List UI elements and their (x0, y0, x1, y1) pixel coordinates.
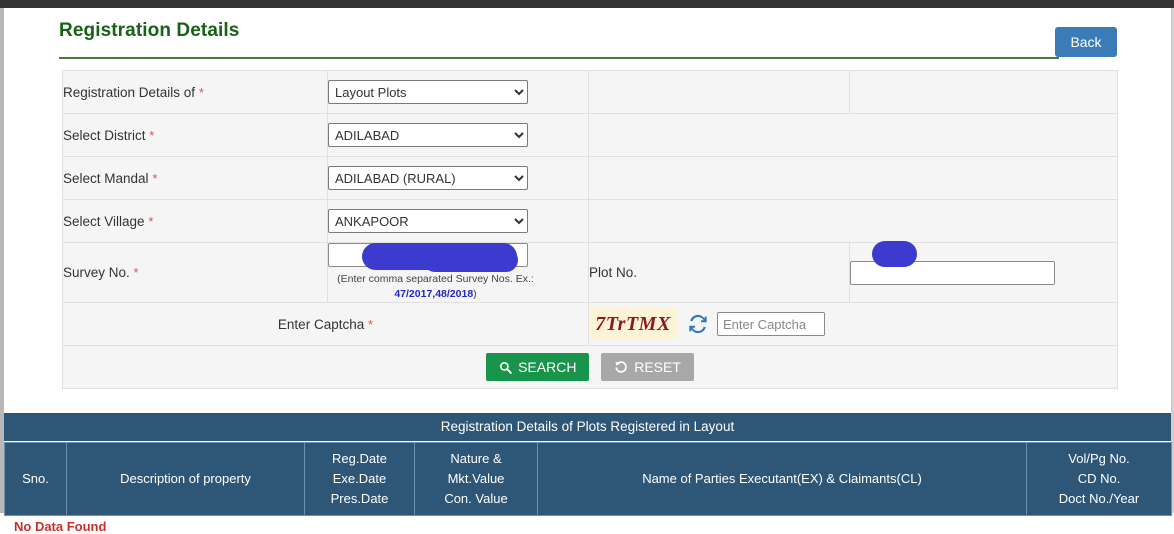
reset-button-label: RESET (634, 359, 681, 376)
select-mandal-select[interactable]: ADILABAD (RURAL) (328, 166, 528, 190)
title-underline (59, 57, 1059, 59)
form-row-select-district: Select District * ADILABAD (62, 113, 1118, 157)
column-header-dates: Reg.Date Exe.Date Pres.Date (304, 441, 415, 517)
cell-select-village-select: ANKAPOOR (327, 199, 589, 243)
form-row-registration-details-of: Registration Details of * Layout Plots (62, 70, 1118, 114)
required-asterisk: * (198, 84, 204, 100)
label-text: Enter Captcha (277, 316, 365, 332)
header-line: CD No. (1077, 471, 1121, 487)
form-row-actions: SEARCH RESET (62, 345, 1118, 390)
header-line: Pres.Date (330, 491, 389, 507)
label-select-village: Select Village * (62, 199, 328, 243)
form-row-select-village: Select Village * ANKAPOOR (62, 199, 1118, 243)
label-plot-no: Plot No. (588, 241, 850, 304)
column-header-volpg-cd-doct: Vol/Pg No. CD No. Doct No./Year (1026, 441, 1172, 517)
column-header-nature-value: Nature & Mkt.Value Con. Value (414, 441, 538, 517)
label-survey-no: Survey No. * (62, 241, 328, 304)
cell-action-buttons: SEARCH RESET (62, 345, 1118, 390)
survey-no-input[interactable] (328, 243, 528, 267)
results-header-row: Sno. Description of property Reg.Date Ex… (4, 441, 1172, 517)
search-button[interactable]: SEARCH (486, 353, 590, 382)
column-header-sno: Sno. (4, 441, 67, 517)
header-line: Sno. (22, 471, 49, 487)
column-header-parties: Name of Parties Executant(EX) & Claimant… (537, 441, 1027, 517)
form-row-select-mandal: Select Mandal * ADILABAD (RURAL) (62, 156, 1118, 200)
label-text: Select District (63, 127, 146, 143)
cell-survey-no-input: (Enter comma separated Survey Nos. Ex.: … (327, 241, 589, 304)
cell-registration-details-of-select: Layout Plots (327, 70, 589, 114)
back-button[interactable]: Back (1055, 27, 1117, 57)
header-line: Exe.Date (332, 471, 387, 487)
cell-select-district-select: ADILABAD (327, 113, 589, 157)
header-line: Nature & (450, 451, 502, 466)
label-text: Select Mandal (63, 170, 149, 186)
form-row-survey-no: Survey No. * (Enter comma separated Surv… (62, 241, 1118, 304)
survey-no-hint: (Enter comma separated Survey Nos. Ex.: … (328, 272, 543, 302)
hint-text: (Enter comma separated Survey Nos. Ex.: (337, 273, 534, 285)
header-line: Doct No./Year (1058, 491, 1140, 507)
label-enter-captcha: Enter Captcha * (62, 302, 589, 347)
browser-top-strip (0, 0, 1174, 8)
cell-plot-no-input (849, 241, 1118, 304)
cell-empty-r1c4 (849, 70, 1118, 114)
plot-no-input[interactable] (850, 260, 1055, 285)
select-village-select[interactable]: ANKAPOOR (328, 209, 528, 233)
hint-close: ) (473, 288, 477, 301)
registration-details-of-select[interactable]: Layout Plots (328, 80, 528, 104)
label-select-district: Select District * (62, 113, 328, 157)
label-select-mandal: Select Mandal * (62, 156, 328, 200)
cell-select-mandal-select: ADILABAD (RURAL) (327, 156, 589, 200)
label-text: Select Village (63, 213, 145, 229)
hint-example: 47/2017,48/2018 (394, 288, 474, 301)
search-form-table: Registration Details of * Layout Plots S… (62, 70, 1118, 390)
page-title: Registration Details (59, 20, 240, 41)
label-text: Survey No. (63, 265, 130, 281)
search-icon (500, 361, 512, 374)
cell-empty-r3 (588, 156, 1118, 200)
captcha-input[interactable] (717, 312, 825, 337)
undo-icon (615, 361, 627, 374)
header-line: Vol/Pg No. (1068, 451, 1130, 466)
captcha-controls: 7TrTMX (589, 308, 1117, 341)
search-button-label: SEARCH (518, 359, 577, 376)
no-data-message: No Data Found (14, 519, 107, 534)
required-asterisk: * (148, 213, 154, 229)
page-header: Registration Details Back (59, 18, 1117, 60)
header-line: Reg.Date (332, 451, 387, 466)
cell-captcha-controls: 7TrTMX (588, 302, 1118, 347)
label-text: Registration Details of (63, 84, 196, 100)
cell-empty-r4 (588, 199, 1118, 243)
header-line: Mkt.Value (447, 471, 505, 487)
captcha-image: 7TrTMX (589, 308, 677, 341)
column-header-description: Description of property (66, 441, 305, 517)
reset-button[interactable]: RESET (601, 353, 694, 382)
required-asterisk: * (133, 265, 139, 281)
results-section: Registration Details of Plots Registered… (4, 413, 1172, 534)
cell-empty-r1c3 (588, 70, 850, 114)
select-district-select[interactable]: ADILABAD (328, 123, 528, 147)
required-asterisk: * (152, 170, 158, 186)
required-asterisk: * (149, 127, 155, 143)
results-table: Sno. Description of property Reg.Date Ex… (4, 441, 1172, 517)
results-banner: Registration Details of Plots Registered… (4, 413, 1171, 442)
refresh-icon[interactable] (685, 311, 711, 337)
required-asterisk: * (368, 316, 374, 332)
header-line: Description of property (120, 471, 251, 487)
label-text: Plot No. (589, 265, 638, 281)
label-registration-details-of: Registration Details of * (62, 70, 328, 114)
browser-viewport: Registration Details Back Registration D… (0, 0, 1174, 534)
cell-empty-r2 (588, 113, 1118, 157)
header-line: Name of Parties Executant(EX) & Claimant… (642, 471, 922, 487)
form-row-captcha: Enter Captcha * 7TrTMX (62, 302, 1118, 347)
page-content: Registration Details Back Registration D… (4, 8, 1172, 534)
header-line: Con. Value (444, 491, 508, 507)
